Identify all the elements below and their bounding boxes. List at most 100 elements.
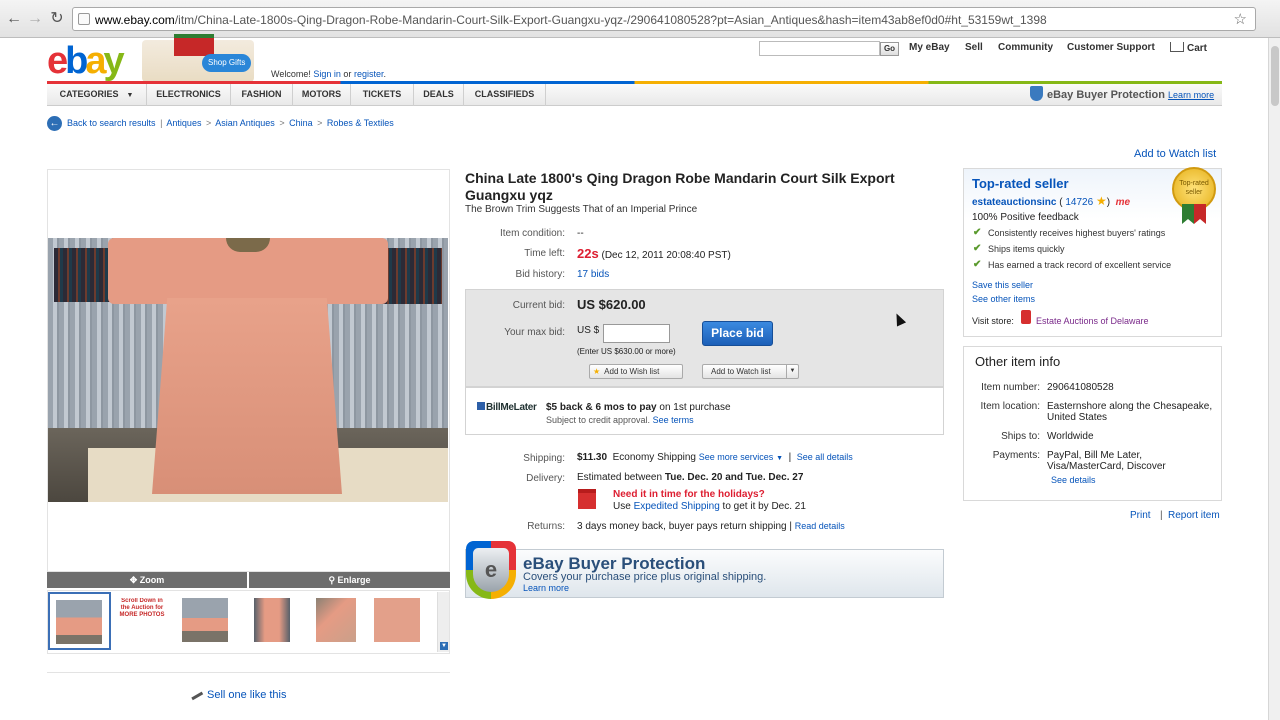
seller-name-link[interactable]: estateauctionsinc <box>972 197 1056 208</box>
bookmark-star-icon[interactable]: ☆ <box>1234 10 1247 28</box>
chevron-down-icon: ▼ <box>776 455 784 462</box>
item-title: China Late 1800's Qing Dragon Robe Manda… <box>465 170 895 203</box>
check-icon <box>477 402 485 410</box>
thumbnail-scrollbar[interactable]: ▼ <box>437 592 449 652</box>
delivery-estimate: Estimated between Tue. Dec. 20 and Tue. … <box>577 472 804 483</box>
see-more-services-link[interactable]: See more services <box>699 452 774 462</box>
delivery-label: Delivery: <box>526 473 565 484</box>
time-left: 22s (Dec 12, 2011 20:08:40 PST) <box>577 246 731 261</box>
store-link[interactable]: Estate Auctions of Delaware <box>1036 316 1149 326</box>
crumb-robes-textiles[interactable]: Robes & Textiles <box>327 118 394 128</box>
ships-to-label: Ships to: <box>1001 431 1040 442</box>
save-seller-link[interactable]: Save this seller <box>972 280 1033 290</box>
divider <box>47 672 450 673</box>
condition-label: Item condition: <box>499 228 565 239</box>
seller-point-3: Has earned a track record of excellent s… <box>988 260 1172 270</box>
link-separator: | <box>1160 510 1163 521</box>
browser-toolbar: ← → ↻ www.ebay.com/itm/China-Late-1800s-… <box>0 0 1280 38</box>
buyer-protection-header[interactable]: eBay Buyer Protection Learn more <box>1030 86 1214 101</box>
customer-support-link[interactable]: Customer Support <box>1067 42 1155 53</box>
current-bid-label: Current bid: <box>512 300 565 311</box>
nav-deals[interactable]: DEALS <box>414 84 464 106</box>
item-location: Easternshore along the Chesapeake, Unite… <box>1047 401 1213 423</box>
sign-in-link[interactable]: Sign in <box>313 69 341 79</box>
address-bar[interactable]: www.ebay.com/itm/China-Late-1800s-Qing-D… <box>72 7 1256 31</box>
item-main-image[interactable] <box>48 238 448 502</box>
max-bid-input[interactable] <box>603 324 670 343</box>
ebay-logo[interactable]: ebay <box>47 42 125 80</box>
crumb-antiques[interactable]: Antiques <box>166 118 201 128</box>
shipping-info: $11.30 Economy Shipping See more service… <box>577 452 853 463</box>
add-to-wish-list-button[interactable]: ★ Add to Wish list <box>589 364 683 379</box>
shop-gifts-button[interactable]: Shop Gifts <box>202 54 252 72</box>
item-location-label: Item location: <box>980 401 1040 412</box>
crumb-china[interactable]: China <box>289 118 313 128</box>
bp-subtitle: Covers your purchase price plus original… <box>523 571 767 583</box>
scroll-down-icon[interactable]: ▼ <box>440 642 448 650</box>
bid-history-label: Bid history: <box>515 269 565 280</box>
breadcrumb: Back to search results | Antiques > Asia… <box>67 118 394 128</box>
bill-me-later-logo: BillMeLater <box>477 402 537 413</box>
thumbnail-6[interactable] <box>368 592 428 650</box>
enlarge-button[interactable]: ⚲ Enlarge <box>249 572 450 588</box>
nav-classifieds[interactable]: CLASSIFIEDS <box>464 84 546 106</box>
current-bid-value: US $620.00 <box>577 297 646 312</box>
register-link[interactable]: register <box>354 69 384 79</box>
print-link[interactable]: Print <box>1130 510 1151 521</box>
thumbnail-2[interactable]: Scroll Down in the Auction for MORE PHOT… <box>113 592 173 650</box>
my-ebay-link[interactable]: My eBay <box>909 42 950 53</box>
nav-electronics[interactable]: ELECTRONICS <box>147 84 231 106</box>
sell-link[interactable]: Sell <box>965 42 983 53</box>
welcome-text: Welcome! Sign in or register. <box>271 69 386 79</box>
page-scrollbar[interactable] <box>1268 38 1280 720</box>
read-details-link[interactable]: Read details <box>795 521 845 531</box>
returns-value: 3 days money back, buyer pays return shi… <box>577 521 845 532</box>
top-rated-heading: Top-rated seller <box>972 176 1069 191</box>
add-to-watch-list-button[interactable]: Add to Watch list ▼ <box>702 364 799 379</box>
store-icon <box>1021 310 1031 324</box>
seller-point-2: Ships items quickly <box>988 244 1065 254</box>
thumbnail-3[interactable] <box>176 592 236 650</box>
nav-motors[interactable]: MOTORS <box>293 84 351 106</box>
bml-note: Subject to credit approval. See terms <box>546 415 694 425</box>
nav-fashion[interactable]: FASHION <box>231 84 293 106</box>
bid-history-link[interactable]: 17 bids <box>577 269 609 280</box>
learn-more-link[interactable]: Learn more <box>1168 90 1214 100</box>
positive-feedback: 100% Positive feedback <box>972 212 1079 223</box>
thumbnail-4[interactable] <box>240 592 300 650</box>
forward-icon[interactable]: → <box>25 9 45 29</box>
back-icon[interactable]: ← <box>4 9 24 29</box>
add-to-watch-list-link-top[interactable]: Add to Watch list <box>1134 148 1216 160</box>
expedited-shipping-link[interactable]: Expedited Shipping <box>634 501 720 512</box>
zoom-button[interactable]: ✥ Zoom <box>47 572 247 588</box>
place-bid-button[interactable]: Place bid <box>702 321 773 346</box>
reload-icon[interactable]: ↻ <box>47 9 67 29</box>
check-icon: ✔ <box>973 259 982 270</box>
see-other-items-link[interactable]: See other items <box>972 294 1035 304</box>
cart-icon <box>1170 42 1184 52</box>
community-link[interactable]: Community <box>998 42 1053 53</box>
bp-learn-more-link[interactable]: Learn more <box>523 583 569 593</box>
crumb-asian-antiques[interactable]: Asian Antiques <box>215 118 275 128</box>
thumbnail-5[interactable] <box>304 592 364 650</box>
chevron-down-icon: ▼ <box>126 92 134 99</box>
max-bid-label: Your max bid: <box>504 327 565 338</box>
report-item-link[interactable]: Report item <box>1168 510 1220 521</box>
back-arrow-icon[interactable]: ← <box>47 116 62 131</box>
cart-link[interactable]: Cart <box>1170 42 1207 54</box>
scrollbar-thumb[interactable] <box>1271 46 1279 106</box>
nav-tickets[interactable]: TICKETS <box>351 84 414 106</box>
feedback-score-link[interactable]: 14726 <box>1065 197 1093 208</box>
back-to-results-link[interactable]: Back to search results <box>67 118 156 128</box>
see-terms-link[interactable]: See terms <box>653 415 694 425</box>
thumbnail-1[interactable] <box>48 592 111 650</box>
sell-one-like-this[interactable]: Sell one like this <box>186 683 287 701</box>
gavel-icon <box>186 683 204 701</box>
see-details-link[interactable]: See details <box>1051 475 1096 485</box>
shipping-label: Shipping: <box>523 453 565 464</box>
item-number-label: Item number: <box>981 382 1040 393</box>
header-search-input[interactable] <box>759 41 880 56</box>
nav-categories[interactable]: CATEGORIES ▼ <box>47 84 147 106</box>
see-all-details-link[interactable]: See all details <box>797 452 853 462</box>
search-go-button[interactable]: Go <box>880 42 899 56</box>
